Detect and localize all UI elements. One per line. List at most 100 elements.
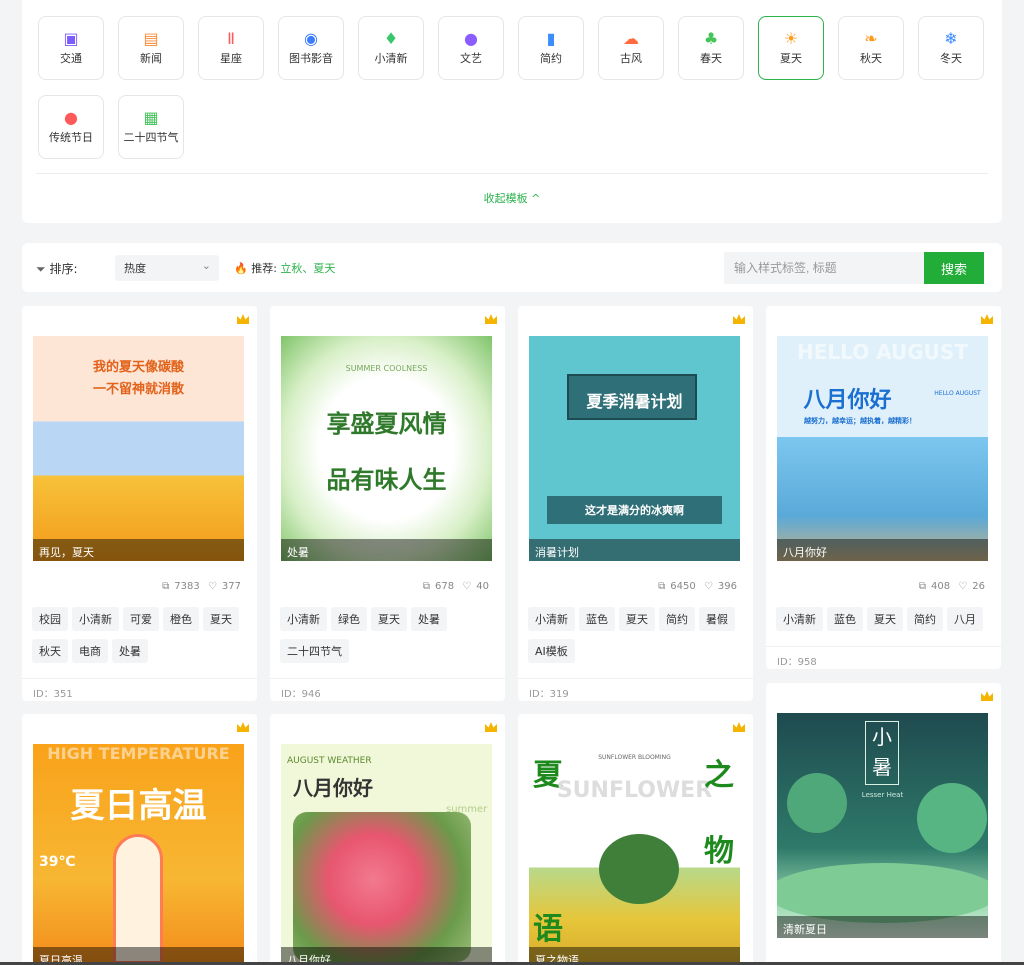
gemini-icon: Ⅱ [227,29,235,48]
tag-chip[interactable]: 简约 [659,607,695,631]
template-card[interactable]: 我的夏天像碳酸 一不留神就消散 再见，夏天 ⧉ 7383 ♡ 377 校园 小清新 可爱… [22,306,257,701]
lotus-leaf [777,863,988,923]
card-id: ID：319 [518,678,753,701]
tag-chip[interactable]: 可爱 [123,607,159,631]
template-card[interactable]: SUMMER COOLNESS 享盛夏风情 品有味人生 处暑 ⧉ 678 ♡ 40 … [270,306,505,701]
tag-chip[interactable]: 暑假 [699,607,735,631]
category-3[interactable]: ◉ 图书影音 [278,16,344,80]
card-id: ID：958 [766,646,1001,669]
dress-icon: ♦ [383,29,399,48]
card-id: ID：946 [270,678,505,701]
template-card[interactable]: HIGH TEMPERATURE 夏日高温 39℃ 夏日高温 [22,714,257,965]
category-11[interactable]: ❄ 冬天 [918,16,984,80]
thumbnail-caption: 八月你好 [777,539,988,561]
template-thumbnail[interactable]: 我的夏天像碳酸 一不留神就消散 再见，夏天 [33,336,244,561]
tag-chip[interactable]: 简约 [907,607,943,631]
collapse-templates-link[interactable]: 收起模板 ^ [22,190,1002,206]
tag-chip[interactable]: 校园 [32,607,68,631]
tag-chip[interactable]: 电商 [72,639,108,663]
card-id: ID：351 [22,678,257,701]
template-card[interactable]: HELLO AUGUST 八月你好 越努力，越幸运；越执着，越精彩！ HELLO… [766,306,1001,669]
category-label: 冬天 [940,52,962,65]
tag-chip[interactable]: 绿色 [331,607,367,631]
category-label: 新闻 [140,52,162,65]
category-12[interactable]: ● 传统节日 [38,95,104,159]
card-stats: ⧉ 7383 ♡ 377 [162,581,241,592]
thumbnail-subtitle: 这才是满分的冰爽啊 [585,504,684,517]
category-2[interactable]: Ⅱ 星座 [198,16,264,80]
thumbnail-caption: 处暑 [281,539,492,561]
card-stats: ⧉ 6450 ♡ 396 [658,581,737,592]
tag-chip[interactable]: 小清新 [528,607,575,631]
tag-chip[interactable]: 小清新 [776,607,823,631]
sprout-icon: ♣ [703,29,719,48]
category-label: 小清新 [374,52,408,65]
category-label: 秋天 [860,52,882,65]
thumbnail-tagline: AUGUST WEATHER [287,756,372,766]
category-label: 二十四节气 [123,131,179,144]
lotus-leaf [787,773,847,833]
thumbnail-title: 我的夏天像碳酸 [92,360,184,375]
tag-list: 校园 小清新 可爱 橙色 夏天秋天 电商 处暑 [32,607,254,671]
tag-chip[interactable]: 蓝色 [827,607,863,631]
category-6[interactable]: ▮ 简约 [518,16,584,80]
search-button[interactable]: 搜索 [924,252,984,284]
thumbnail-caption: 消暑计划 [529,539,740,561]
palette-icon: ● [464,29,478,48]
heart-icon: ♡ [703,581,713,592]
template-thumbnail[interactable]: 夏季消暑计划 这才是满分的冰爽啊 消暑计划 [529,336,740,561]
tag-chip[interactable]: 夏天 [619,607,655,631]
tag-chip[interactable]: 处暑 [411,607,447,631]
category-4[interactable]: ♦ 小清新 [358,16,424,80]
heart-icon: ♡ [958,581,968,592]
tag-chip[interactable]: 处暑 [112,639,148,663]
divider [36,173,988,174]
category-7[interactable]: ☁ 古风 [598,16,664,80]
category-5[interactable]: ● 文艺 [438,16,504,80]
template-thumbnail[interactable]: HIGH TEMPERATURE 夏日高温 39℃ 夏日高温 [33,744,244,965]
category-8[interactable]: ♣ 春天 [678,16,744,80]
category-label: 文艺 [460,52,482,65]
tag-chip[interactable]: 二十四节气 [280,639,349,663]
tag-chip[interactable]: 蓝色 [579,607,615,631]
chevron-down-icon: ⌄ [201,259,211,272]
tag-chip[interactable]: 小清新 [72,607,119,631]
template-thumbnail[interactable]: AUGUST WEATHER 八月你好 summer 八月你好 [281,744,492,965]
template-thumbnail[interactable]: 小 暑 Lesser Heat 清新夏日 [777,713,988,938]
tag-chip[interactable]: 夏天 [203,607,239,631]
tag-chip[interactable]: 小清新 [280,607,327,631]
lotus-leaf [917,783,987,853]
category-9[interactable]: ☀ 夏天 [758,16,824,80]
template-card[interactable]: 小 暑 Lesser Heat 清新夏日 [766,683,1001,965]
tag-chip[interactable]: 秋天 [32,639,68,663]
thumbnail-char: 物 [704,834,734,869]
category-label: 传统节日 [49,131,93,144]
newspaper-icon: ▤ [143,29,159,48]
template-card[interactable]: 夏 SUNFLOWER BLOOMING SUNFLOWER 之 物 语 夏之物… [518,714,753,965]
tag-chip[interactable]: 夏天 [867,607,903,631]
recommend-tags[interactable]: 立秋、夏天 [280,262,335,275]
template-card[interactable]: 夏季消暑计划 这才是满分的冰爽啊 消暑计划 ⧉ 6450 ♡ 396 小清新 蓝色 夏天… [518,306,753,701]
tag-chip[interactable]: 八月 [947,607,983,631]
crown-icon [237,722,249,732]
category-panel: ▣ 交通 ▤ 新闻 Ⅱ 星座 ◉ 图书影音 ♦ 小清新 ● 文艺 ▮ 简约 ☁ 古风 ♣ 春天 ☀ 夏天 ❧ 秋天 ❄ 冬天 ●… [22,0,1002,223]
recommend-bar: 🔥 推荐: 立秋、夏天 [234,262,336,275]
sort-select[interactable]: 热度 ⌄ [115,255,219,281]
tag-chip[interactable]: 橙色 [163,607,199,631]
template-card[interactable]: AUGUST WEATHER 八月你好 summer 八月你好 [270,714,505,965]
category-10[interactable]: ❧ 秋天 [838,16,904,80]
category-13[interactable]: ▦ 二十四节气 [118,95,184,159]
tag-chip[interactable]: AI模板 [528,639,575,663]
template-thumbnail[interactable]: HELLO AUGUST 八月你好 越努力，越幸运；越执着，越精彩！ HELLO… [777,336,988,561]
thumbnail-watermark: HIGH TEMPERATURE [47,744,230,763]
fire-icon: 🔥 [234,262,248,275]
category-label: 春天 [700,52,722,65]
tree-shape [599,834,679,904]
tag-chip[interactable]: 夏天 [371,607,407,631]
heart-icon: ♡ [207,581,217,592]
category-0[interactable]: ▣ 交通 [38,16,104,80]
category-1[interactable]: ▤ 新闻 [118,16,184,80]
template-thumbnail[interactable]: SUMMER COOLNESS 享盛夏风情 品有味人生 处暑 [281,336,492,561]
search-input[interactable] [724,252,924,284]
template-thumbnail[interactable]: 夏 SUNFLOWER BLOOMING SUNFLOWER 之 物 语 夏之物… [529,744,740,965]
